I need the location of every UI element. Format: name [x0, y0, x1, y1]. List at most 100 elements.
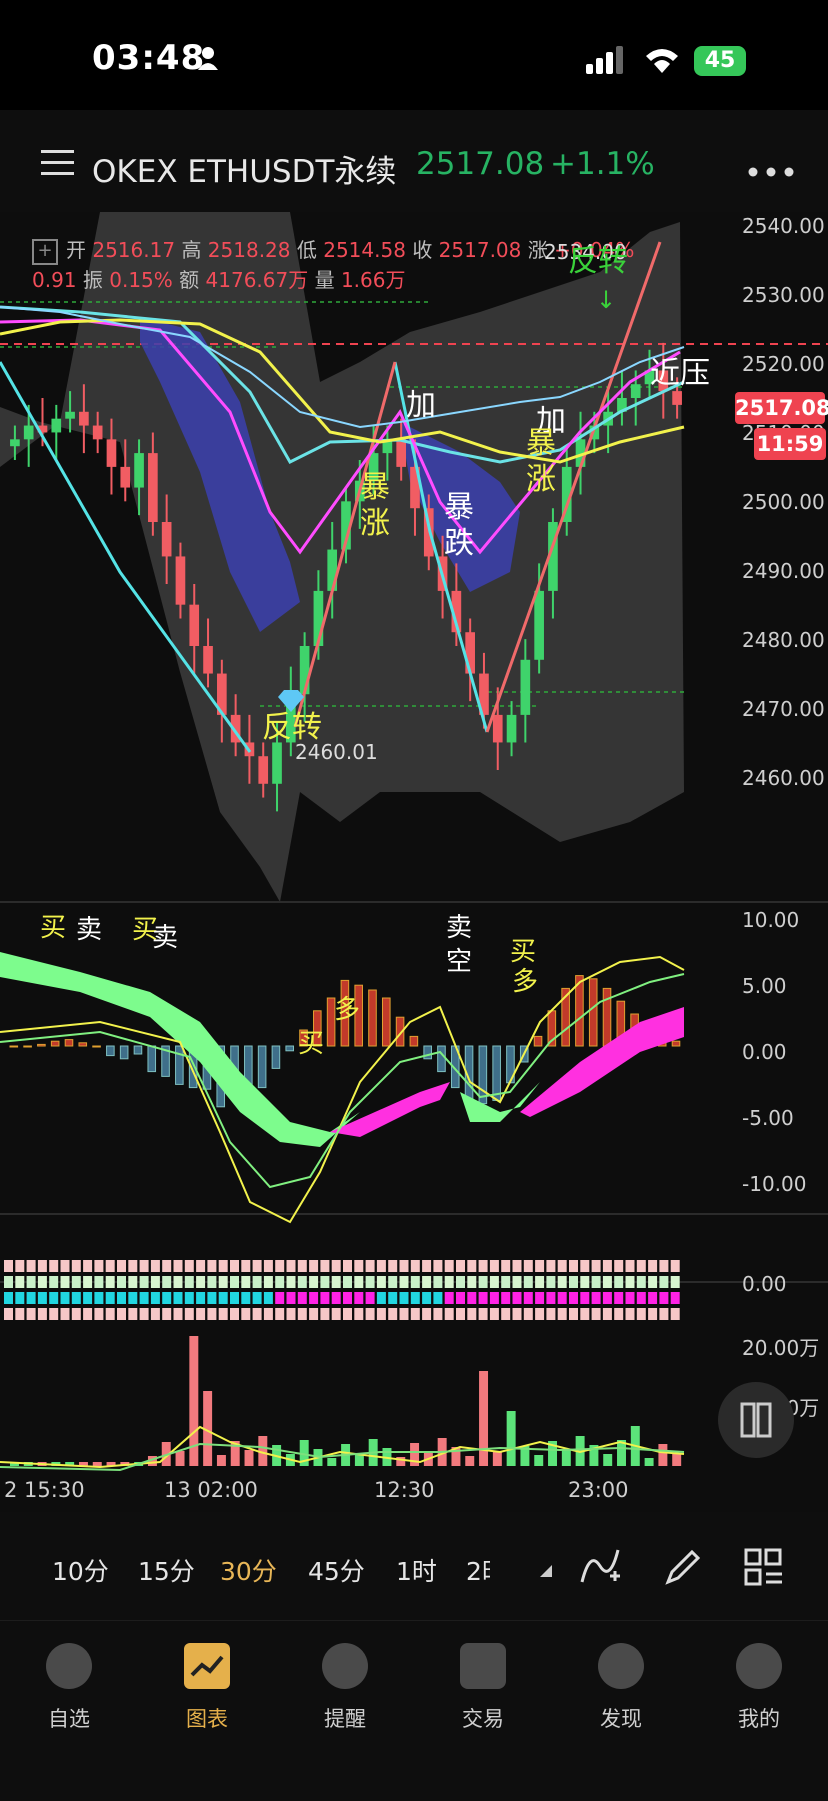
macd-tick: 0.00	[742, 1040, 787, 1064]
strip-cell	[94, 1260, 104, 1272]
strip-cell	[444, 1308, 454, 1320]
strip-cell	[297, 1276, 307, 1288]
nav-trade[interactable]: 交易	[428, 1643, 538, 1733]
strip-cell	[376, 1260, 386, 1272]
macd-bar	[423, 1045, 432, 1060]
macd-bar	[381, 997, 391, 1047]
annotation-surge-1: 暴 涨	[360, 470, 390, 541]
triangle-icon[interactable]	[540, 1562, 552, 1581]
grid-menu-icon[interactable]	[744, 1548, 784, 1590]
countdown-tag: 11:59	[754, 428, 826, 460]
strip-cell	[150, 1260, 160, 1272]
candle-body	[134, 453, 144, 488]
chart-header: OKEX ETHUSDT永续 2517.08 +1.1%	[0, 110, 828, 212]
strip-cell	[512, 1276, 522, 1288]
time-tick: 2 15:30	[4, 1478, 85, 1502]
strip-cell	[591, 1260, 601, 1272]
nav-label: 交易	[462, 1707, 504, 1731]
macd-bar	[64, 1039, 74, 1047]
nav-profile[interactable]: 我的	[704, 1643, 814, 1733]
candle-body	[79, 411, 89, 426]
strip-cell	[636, 1260, 646, 1272]
wifi-icon	[644, 46, 680, 78]
macd-bar	[368, 989, 377, 1047]
strip-cell	[602, 1276, 612, 1288]
fullscreen-toggle-button[interactable]	[718, 1382, 794, 1458]
nav-label: 发现	[600, 1707, 642, 1731]
diamond-icon	[278, 690, 304, 716]
strip-cell	[659, 1308, 669, 1320]
strip-cell	[388, 1260, 398, 1272]
strip-cell	[26, 1292, 36, 1304]
expand-icon[interactable]: +	[32, 238, 58, 265]
strip-cell	[320, 1308, 330, 1320]
volume-bar	[561, 1450, 571, 1466]
strip-cell	[128, 1308, 138, 1320]
strip-cell	[173, 1308, 183, 1320]
timeframe-30m[interactable]: 30分	[220, 1552, 277, 1588]
annotation-reverse-top: 反转	[568, 244, 628, 279]
macd-bar	[9, 1045, 19, 1048]
strip-cell	[15, 1292, 25, 1304]
strip-cell	[117, 1276, 126, 1288]
nav-watchlist[interactable]: 自选	[14, 1643, 124, 1733]
strip-cell	[128, 1292, 138, 1304]
strip-cell	[569, 1276, 578, 1288]
strip-cell	[444, 1260, 454, 1272]
strip-cell	[71, 1260, 81, 1272]
nav-discover[interactable]: 发现	[566, 1643, 676, 1733]
strip-cell	[670, 1276, 680, 1288]
signal-icon	[586, 46, 626, 78]
strip-cell	[546, 1260, 556, 1272]
candle-body	[203, 646, 213, 674]
down-arrow-icon: ↓	[596, 286, 617, 314]
strip-cell	[297, 1308, 307, 1320]
strip-cell	[602, 1308, 612, 1320]
candle-body	[23, 425, 34, 440]
more-dots-icon[interactable]	[748, 162, 794, 181]
timeframe-10m[interactable]: 10分	[52, 1552, 109, 1588]
open-label: 开	[66, 238, 86, 262]
strip-cell	[399, 1308, 409, 1320]
close-label: 收	[412, 238, 433, 262]
strip-cell	[444, 1276, 454, 1288]
strip-cell	[331, 1308, 341, 1320]
candle-body	[672, 391, 682, 405]
strip-cell	[376, 1292, 386, 1304]
strip-cell	[139, 1292, 149, 1304]
macd-tick: -10.00	[742, 1172, 807, 1196]
candle-body	[520, 659, 531, 715]
pencil-icon[interactable]	[664, 1546, 704, 1590]
strip-cell	[309, 1260, 319, 1272]
nav-alert[interactable]: 提醒	[290, 1643, 400, 1733]
strip-tick: 0.00	[742, 1272, 787, 1296]
strip-cell	[614, 1308, 624, 1320]
strip-cell	[94, 1276, 104, 1288]
strip-cell	[37, 1276, 47, 1288]
strip-cell	[354, 1260, 364, 1272]
timeframe-15m[interactable]: 15分	[138, 1552, 195, 1588]
strip-cell	[218, 1292, 228, 1304]
strip-cell	[297, 1292, 307, 1304]
timeframe-45m[interactable]: 45分	[308, 1552, 365, 1588]
hamburger-icon[interactable]	[38, 148, 76, 182]
strip-cell	[184, 1292, 194, 1304]
timeframe-2h[interactable]: 2时	[466, 1552, 490, 1588]
strip-cell	[139, 1276, 149, 1288]
nav-chart[interactable]: 图表	[152, 1643, 262, 1733]
indicator-draw-icon[interactable]	[580, 1546, 620, 1590]
candle-body	[506, 714, 517, 743]
strip-cell	[557, 1260, 567, 1272]
strip-cell	[60, 1308, 70, 1320]
high-label: 高	[181, 238, 202, 262]
timeframe-1h[interactable]: 1时	[396, 1552, 437, 1588]
candle-body	[175, 556, 186, 605]
close-value: 2517.08	[438, 238, 522, 262]
symbol-title[interactable]: OKEX ETHUSDT永续	[92, 146, 396, 191]
strip-cell	[365, 1308, 375, 1320]
macd-bar	[78, 1042, 88, 1047]
chart-area[interactable]: + 开 2516.17 高 2518.28 低 2514.58 收 2517.08…	[0, 212, 828, 1512]
strip-cell	[659, 1276, 669, 1288]
strip-cell	[230, 1276, 239, 1288]
strip-cell	[4, 1308, 13, 1320]
